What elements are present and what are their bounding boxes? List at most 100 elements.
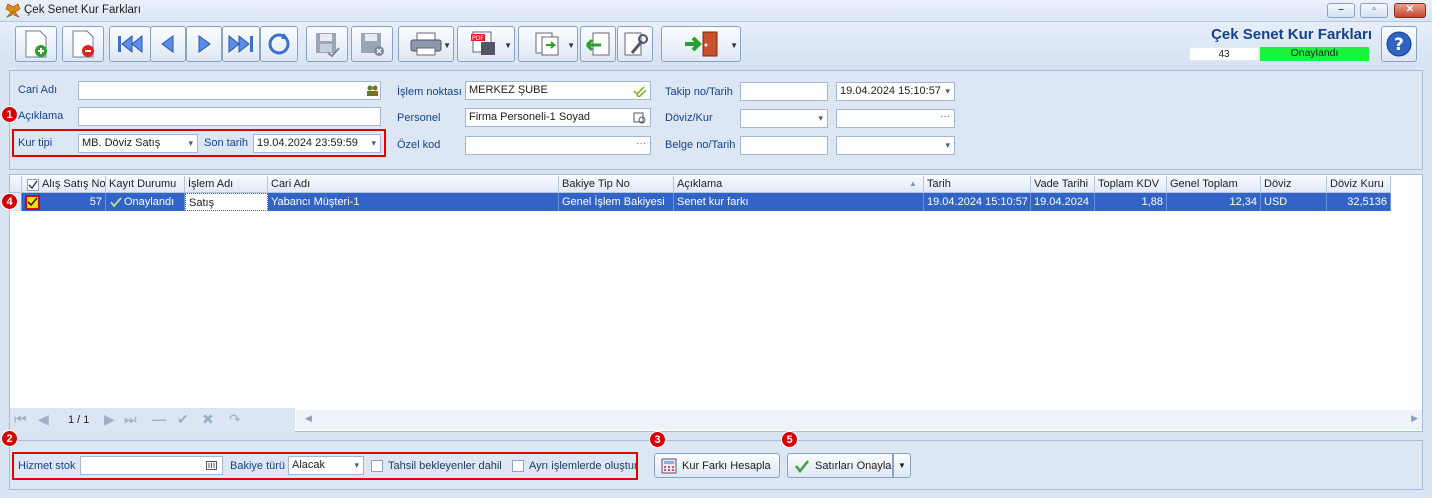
window-title: Çek Senet Kur Farkları	[24, 4, 141, 16]
first-icon	[118, 34, 143, 54]
column-header[interactable]: Bakiye Tip No	[559, 176, 674, 193]
exit-door-icon	[685, 31, 718, 57]
refresh-button[interactable]	[260, 26, 298, 62]
column-header[interactable]: Döviz	[1261, 176, 1327, 193]
first-record-button[interactable]	[109, 26, 151, 62]
column-header[interactable]: Döviz Kuru	[1327, 176, 1391, 193]
cancel-edit-icon[interactable]: ✖	[202, 411, 214, 428]
cell-cari-adi[interactable]: Yabancı Müşteri-1	[268, 193, 559, 211]
cell-alis-satis-no[interactable]: 57	[44, 193, 106, 211]
highlight-box-2	[12, 452, 638, 480]
cell-bakiye-tip[interactable]: Genel İşlem Bakiyesi	[559, 193, 674, 211]
print-button[interactable]: ▼	[398, 26, 454, 62]
belge-no-input[interactable]	[740, 136, 828, 155]
cell-doviz[interactable]: USD	[1261, 193, 1327, 211]
cell-genel-toplam[interactable]: 12,34	[1167, 193, 1261, 211]
settings-button[interactable]	[617, 26, 653, 62]
aciklama-label: Açıklama	[18, 110, 64, 122]
column-header[interactable]: Tarih	[924, 176, 1031, 193]
last-page-icon[interactable]: ⏭	[124, 411, 137, 428]
ozel-kod-input[interactable]	[465, 136, 651, 155]
column-header[interactable]: Vade Tarihi	[1031, 176, 1095, 193]
import-button[interactable]	[580, 26, 616, 62]
delete-record-button[interactable]	[62, 26, 104, 62]
kur-input[interactable]	[836, 109, 955, 128]
cell-vade-tarihi[interactable]: 19.04.2024	[1031, 193, 1095, 211]
cancel-button[interactable]	[351, 26, 393, 62]
takip-no-input[interactable]	[740, 82, 828, 101]
cancel-save-icon	[361, 33, 384, 56]
double-check-icon[interactable]	[633, 85, 646, 97]
page-title: Çek Senet Kur Farkları	[1211, 26, 1372, 43]
scroll-right-icon[interactable]: ▶	[1411, 413, 1418, 424]
new-document-icon	[25, 30, 47, 58]
personel-input[interactable]: Firma Personeli-1 Soyad	[465, 108, 651, 127]
redo-icon[interactable]: ↷	[229, 411, 241, 428]
next-page-icon[interactable]: ▶	[104, 411, 115, 428]
help-icon: ?	[1386, 31, 1412, 57]
export-button[interactable]: PDF ▼	[457, 26, 515, 62]
satirlari-onayla-button[interactable]: Satırları Onayla	[787, 453, 893, 478]
ozel-kod-label: Özel kod	[397, 139, 441, 151]
minimize-button[interactable]: –	[1327, 3, 1355, 18]
column-header[interactable]: Açıklama	[674, 176, 924, 193]
doviz-select[interactable]	[740, 109, 828, 128]
remove-icon[interactable]: —	[152, 411, 166, 427]
onayla-dropdown-button[interactable]: ▼	[893, 453, 911, 478]
personel-label: Personel	[397, 112, 441, 124]
save-icon	[316, 33, 340, 57]
chevron-down-icon: ▼	[504, 41, 512, 50]
belge-tarih-input[interactable]	[836, 136, 955, 155]
row-indicator-header	[10, 176, 22, 193]
copy-button[interactable]: ▼	[518, 26, 578, 62]
maximize-button[interactable]: ▫	[1360, 3, 1388, 18]
takip-label: Takip no/Tarih	[665, 86, 733, 98]
previous-page-icon[interactable]: ◀	[38, 411, 49, 428]
select-all-checkbox[interactable]	[27, 179, 39, 191]
copy-document-icon	[535, 32, 559, 56]
column-header[interactable]: İşlem Adı	[185, 176, 268, 193]
calculator-icon	[661, 458, 677, 473]
close-button[interactable]: ✕	[1394, 3, 1426, 18]
kur-farki-hesapla-button[interactable]: Kur Farkı Hesapla	[654, 453, 780, 478]
people-icon[interactable]	[366, 84, 379, 97]
column-header[interactable]: Kayıt Durumu	[106, 176, 185, 193]
cell-doviz-kuru[interactable]: 32,5136	[1327, 193, 1391, 211]
cell-islem-adi[interactable]: Satış	[185, 193, 268, 211]
cell-toplam-kdv[interactable]: 1,88	[1095, 193, 1167, 211]
confirm-icon[interactable]: ✔	[177, 411, 189, 428]
first-page-icon[interactable]: ⏮	[14, 411, 27, 428]
previous-record-button[interactable]	[150, 26, 186, 62]
delete-document-icon	[72, 30, 94, 58]
butterfly-icon	[5, 3, 21, 18]
help-button[interactable]: ?	[1381, 26, 1417, 62]
islem-noktasi-label: İşlem noktası	[397, 86, 462, 98]
cell-tarih[interactable]: 19.04.2024 15:10:57	[924, 193, 1031, 211]
belge-label: Belge no/Tarih	[665, 139, 736, 151]
person-lookup-icon[interactable]	[633, 111, 646, 124]
row-checkbox[interactable]	[25, 195, 40, 210]
column-header[interactable]: Toplam KDV	[1095, 176, 1167, 193]
check-icon	[27, 197, 38, 207]
column-header[interactable]: Genel Toplam	[1167, 176, 1261, 193]
cell-aciklama[interactable]: Senet kur farkı	[674, 193, 924, 211]
pager-text: 1 / 1	[68, 414, 90, 426]
sort-ascending-icon: ▲	[909, 179, 917, 188]
last-record-button[interactable]	[222, 26, 260, 62]
check-icon	[110, 197, 122, 208]
record-number: 43	[1189, 47, 1259, 61]
aciklama-input[interactable]	[78, 107, 381, 126]
takip-tarih-input[interactable]: 19.04.2024 15:10:57	[836, 82, 955, 101]
islem-noktasi-input[interactable]: MERKEZ ŞUBE	[465, 81, 651, 100]
horizontal-scrollbar[interactable]: ◀ ▶	[296, 410, 1422, 430]
next-record-button[interactable]	[186, 26, 222, 62]
column-header[interactable]: Cari Adı	[268, 176, 559, 193]
new-record-button[interactable]	[15, 26, 57, 62]
import-icon	[585, 32, 610, 56]
exit-button[interactable]: ▼	[661, 26, 741, 62]
chevron-down-icon: ▼	[898, 461, 906, 470]
cari-adi-input[interactable]	[78, 81, 381, 100]
scroll-left-icon[interactable]: ◀	[305, 413, 312, 424]
save-button[interactable]	[306, 26, 348, 62]
document-wrench-icon	[624, 32, 648, 56]
